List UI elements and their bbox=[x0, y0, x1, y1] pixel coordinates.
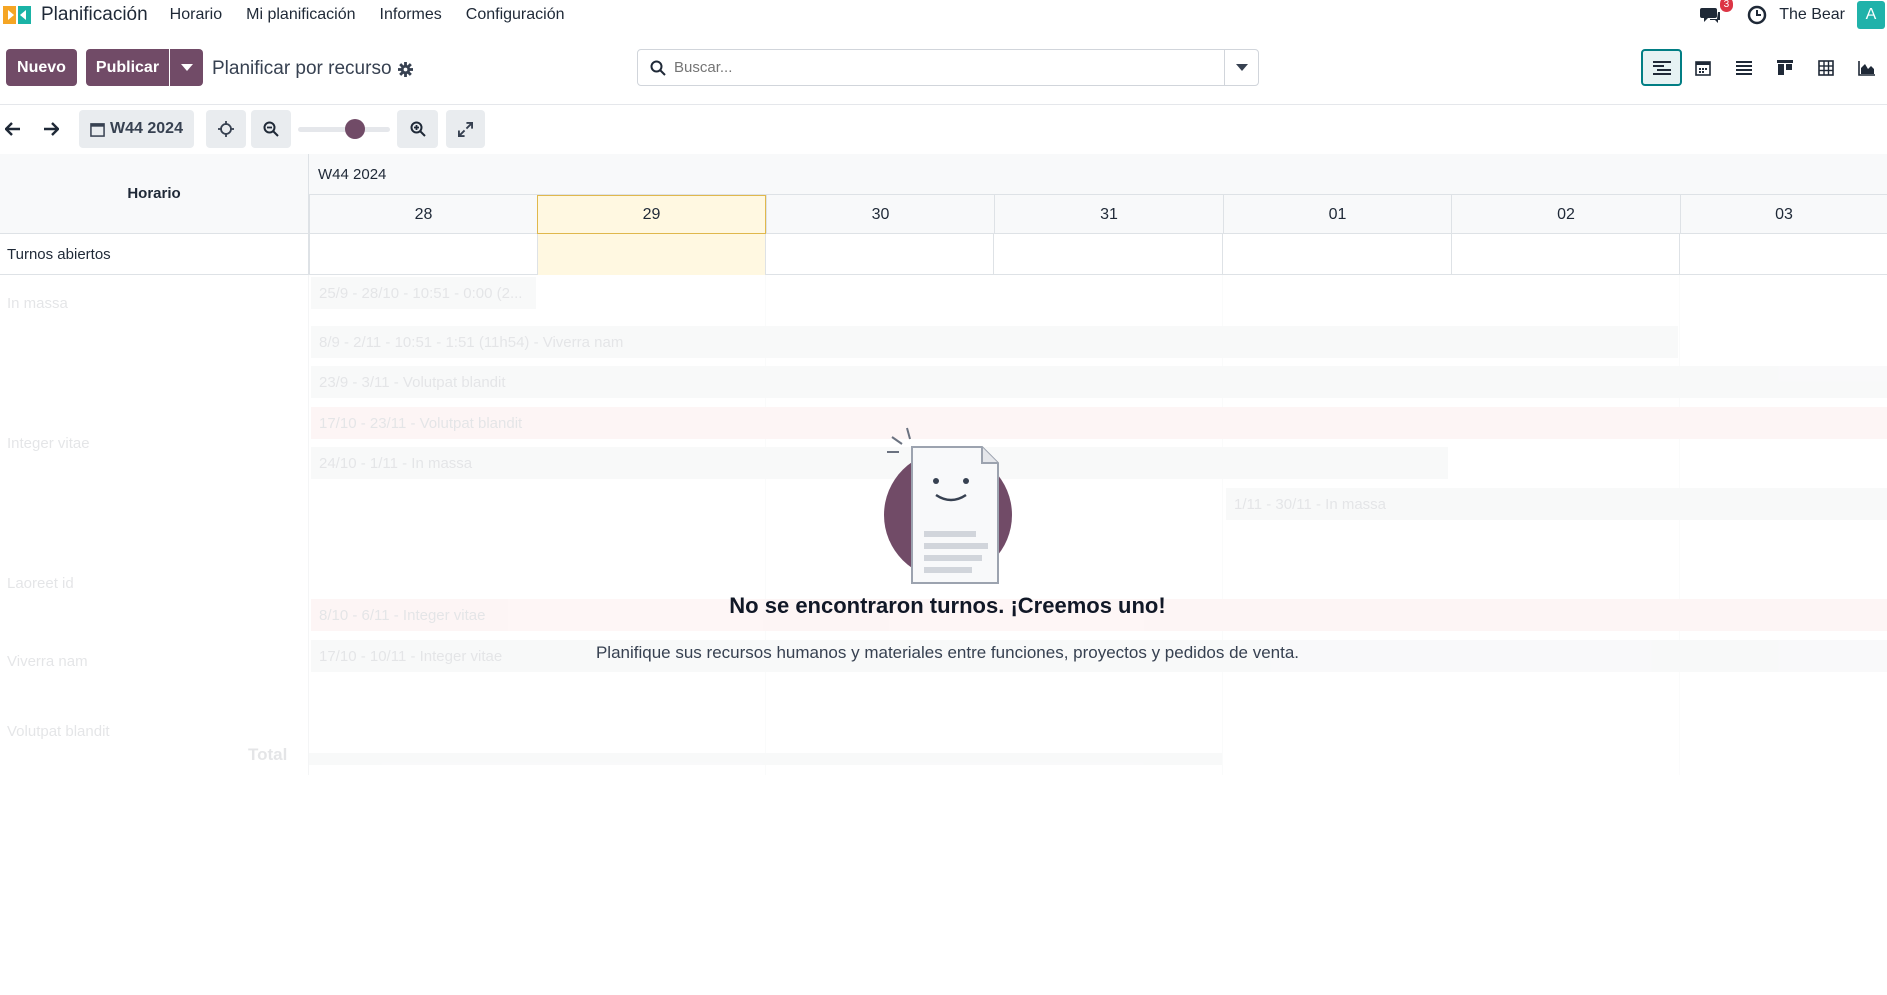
gantt-cell[interactable] bbox=[765, 234, 993, 275]
user-avatar[interactable]: A bbox=[1857, 0, 1885, 29]
page-title: Planificar por recurso bbox=[212, 58, 392, 79]
empty-state-title: No se encontraron turnos. ¡Creemos uno! bbox=[729, 593, 1166, 618]
breadcrumb: Planificar por recurso bbox=[212, 58, 413, 80]
toolbar-divider bbox=[0, 104, 1887, 105]
sample-shift: 1/11 - 30/11 - In massa bbox=[1226, 488, 1887, 520]
clock-icon bbox=[1747, 5, 1767, 24]
day-header: 31 bbox=[994, 195, 1223, 234]
messages-button[interactable]: 3 bbox=[1699, 0, 1734, 27]
search-input[interactable] bbox=[674, 59, 1194, 76]
search-icon bbox=[650, 60, 666, 76]
nav-mi-planificacion[interactable]: Mi planificación bbox=[246, 6, 355, 24]
caret-down-icon bbox=[1235, 63, 1248, 71]
week-header: W44 2024 bbox=[309, 154, 1887, 195]
date-picker-button[interactable]: W44 2024 bbox=[79, 110, 194, 148]
view-kanban-button[interactable] bbox=[1764, 49, 1805, 86]
sample-shift: 25/9 - 28/10 - 10:51 - 0:00 (2... bbox=[311, 277, 536, 309]
gantt-cell[interactable] bbox=[993, 234, 1222, 275]
view-list-button[interactable] bbox=[1723, 49, 1764, 86]
open-shifts-row[interactable]: Turnos abiertos bbox=[0, 234, 1887, 275]
grid-line bbox=[1679, 275, 1680, 775]
next-period-button[interactable] bbox=[34, 110, 68, 148]
day-header: 01 bbox=[1223, 195, 1451, 234]
expand-button[interactable] bbox=[446, 110, 485, 148]
company-name[interactable]: The Bear bbox=[1779, 6, 1845, 24]
gantt-cell[interactable] bbox=[1679, 234, 1887, 275]
gantt-cell[interactable] bbox=[1451, 234, 1679, 275]
gantt-cell[interactable] bbox=[309, 234, 537, 275]
sample-shift: 23/9 - 3/11 - Volutpat blandit bbox=[311, 366, 1887, 398]
previous-period-button[interactable] bbox=[0, 110, 26, 148]
app-name[interactable]: Planificación bbox=[41, 4, 148, 26]
control-panel: Nuevo Publicar Planificar por recurso bbox=[0, 46, 1887, 86]
area-chart-icon bbox=[1857, 60, 1875, 76]
today-button[interactable] bbox=[206, 110, 246, 148]
messages-count-badge: 3 bbox=[1719, 0, 1734, 12]
arrow-right-icon bbox=[44, 122, 59, 136]
publish-dropdown-toggle[interactable] bbox=[170, 49, 203, 86]
search-bar bbox=[637, 49, 1259, 86]
nav-configuracion[interactable]: Configuración bbox=[466, 6, 565, 24]
sample-resource: Laoreet id bbox=[7, 575, 74, 592]
crosshairs-icon bbox=[218, 121, 234, 137]
gantt-view-icon bbox=[1652, 60, 1671, 75]
sample-total-label: Total bbox=[248, 745, 288, 764]
empty-document-illustration bbox=[878, 425, 1018, 585]
caret-down-icon bbox=[180, 63, 193, 71]
day-headers: 28 29 30 31 01 02 03 bbox=[309, 195, 1887, 234]
new-button[interactable]: Nuevo bbox=[6, 49, 77, 86]
row-header-title: Horario bbox=[0, 154, 309, 234]
view-switcher bbox=[1641, 49, 1887, 86]
day-header: 03 bbox=[1680, 195, 1887, 234]
gantt-cell-today[interactable] bbox=[537, 234, 765, 275]
zoom-slider-track[interactable] bbox=[298, 127, 390, 132]
gear-icon[interactable] bbox=[397, 61, 413, 77]
day-header: 30 bbox=[766, 195, 994, 234]
sample-total-bar bbox=[309, 753, 1222, 765]
arrow-left-icon bbox=[5, 122, 20, 136]
open-shifts-label: Turnos abiertos bbox=[0, 234, 309, 275]
view-pivot-button[interactable] bbox=[1805, 49, 1846, 86]
calendar-icon bbox=[1694, 60, 1711, 76]
gantt-cell[interactable] bbox=[1222, 234, 1451, 275]
day-header-today: 29 bbox=[537, 195, 766, 234]
sample-resource: Viverra nam bbox=[7, 653, 88, 670]
expand-icon bbox=[458, 121, 473, 137]
empty-state-text: Planifique sus recursos humanos y materi… bbox=[595, 643, 1300, 662]
sample-resource: Volutpat blandit bbox=[7, 723, 110, 740]
day-header: 02 bbox=[1451, 195, 1680, 234]
zoom-out-icon bbox=[263, 121, 279, 137]
nav-horario[interactable]: Horario bbox=[170, 6, 222, 24]
chat-icon bbox=[1700, 7, 1721, 23]
day-header: 28 bbox=[309, 195, 537, 234]
pivot-icon bbox=[1817, 59, 1834, 76]
zoom-slider-handle[interactable] bbox=[345, 119, 365, 139]
search-options-toggle[interactable] bbox=[1224, 50, 1258, 85]
sample-shift: 8/9 - 2/11 - 10:51 - 1:51 (11h54) - Vive… bbox=[311, 326, 1678, 358]
sample-resource-column bbox=[0, 275, 309, 775]
sample-resource: Integer vitae bbox=[7, 435, 90, 452]
view-calendar-button[interactable] bbox=[1682, 49, 1723, 86]
view-graph-button[interactable] bbox=[1846, 49, 1887, 86]
list-icon bbox=[1735, 60, 1752, 75]
calendar-icon bbox=[90, 122, 105, 137]
top-navbar: Planificación Horario Mi planificación I… bbox=[0, 0, 1887, 29]
zoom-in-button[interactable] bbox=[397, 110, 438, 148]
empty-state: No se encontraron turnos. ¡Creemos uno! … bbox=[590, 425, 1305, 666]
planning-app-icon[interactable] bbox=[2, 4, 34, 26]
kanban-icon bbox=[1776, 59, 1793, 75]
current-week-label: W44 2024 bbox=[110, 120, 183, 137]
zoom-in-icon bbox=[410, 121, 426, 137]
publish-button[interactable]: Publicar bbox=[86, 49, 169, 86]
zoom-out-button[interactable] bbox=[251, 110, 291, 148]
nav-informes[interactable]: Informes bbox=[380, 6, 442, 24]
activity-button[interactable] bbox=[1745, 3, 1769, 27]
sample-resource: In massa bbox=[7, 295, 68, 312]
view-gantt-button[interactable] bbox=[1641, 49, 1682, 86]
